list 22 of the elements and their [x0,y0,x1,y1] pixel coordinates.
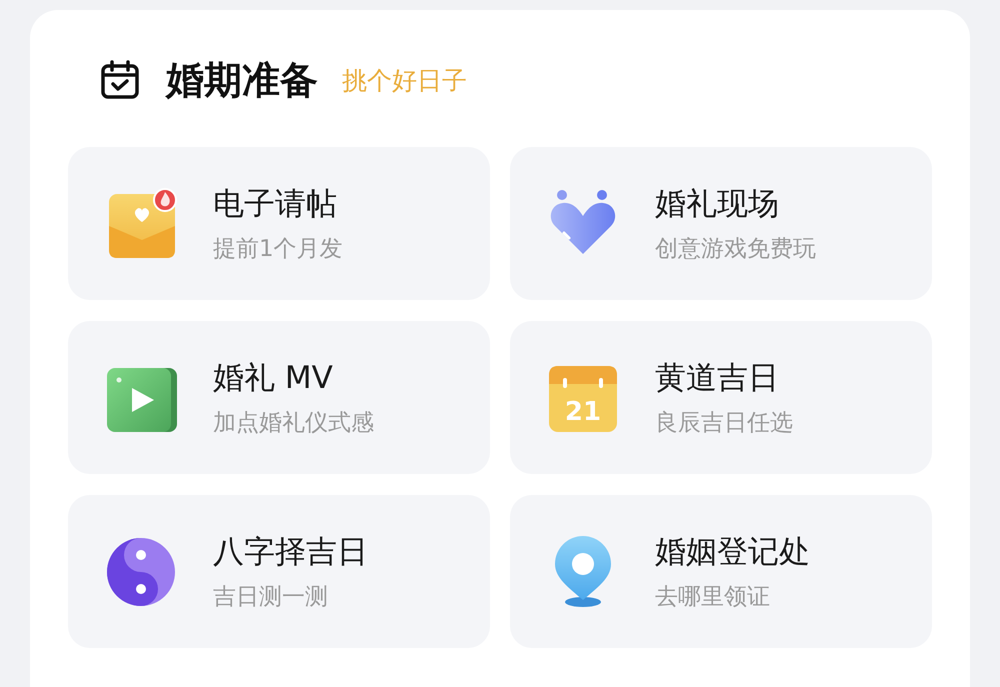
tile-subtitle: 加点婚礼仪式感 [213,409,374,438]
feature-tile[interactable]: 婚礼 MV 加点婚礼仪式感 [68,321,490,474]
tile-title: 黄道吉日 [655,359,780,398]
section-title: 婚期准备 [166,56,318,104]
tile-subtitle: 良辰吉日任选 [655,409,793,438]
feature-tile[interactable]: 21 黄道吉日 良辰吉日任选 [510,321,932,474]
tile-title: 婚礼现场 [655,185,780,224]
yin-yang-icon [105,536,177,608]
feature-tile[interactable]: 婚姻登记处 去哪里领证 [510,495,932,648]
tile-title: 电子请帖 [213,185,338,224]
tile-title: 婚姻登记处 [655,533,810,572]
tile-subtitle: 提前1个月发 [213,235,343,264]
feature-tile[interactable]: 电子请帖 提前1个月发 [68,147,490,300]
tile-title: 婚礼 MV [213,359,334,398]
calendar-check-icon [100,60,140,100]
tile-subtitle: 吉日测一测 [213,583,329,612]
tile-subtitle: 去哪里领证 [655,583,771,612]
feature-tile[interactable]: 婚礼现场 创意游戏免费玩 [510,147,932,300]
feature-tile[interactable]: 八字择吉日 吉日测一测 [68,495,490,648]
tile-title: 八字择吉日 [213,533,368,572]
section-subtitle: 挑个好日子 [342,64,467,96]
tile-subtitle: 创意游戏免费玩 [655,235,816,264]
